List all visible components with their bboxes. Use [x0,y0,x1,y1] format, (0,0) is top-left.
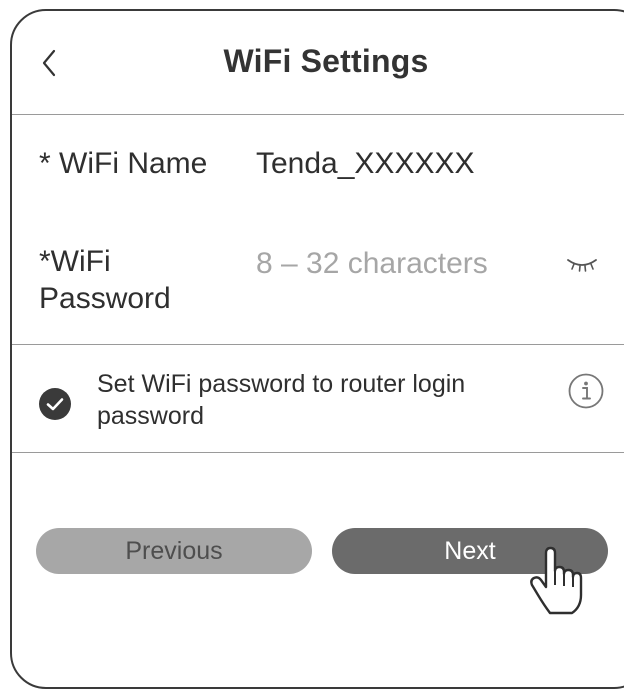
checkbox-checked-icon[interactable] [38,387,72,421]
hand-pointer-icon [530,546,583,615]
eye-closed-icon[interactable] [565,251,599,277]
wifi-name-field[interactable]: Tenda_XXXXXX [256,145,474,182]
divider [12,452,624,453]
divider [12,344,624,345]
wifi-password-label: *WiFi Password [39,245,171,315]
info-icon[interactable] [567,372,605,410]
wifi-name-label: * WiFi Name [39,147,208,180]
page-title: WiFi Settings [223,43,429,79]
wifi-password-field[interactable] [256,244,556,284]
previous-button[interactable]: Previous [36,528,312,574]
use-wifi-password-as-login-option[interactable]: Set WiFi password to router login passwo… [97,368,537,432]
header: WiFi Settings [12,11,624,115]
